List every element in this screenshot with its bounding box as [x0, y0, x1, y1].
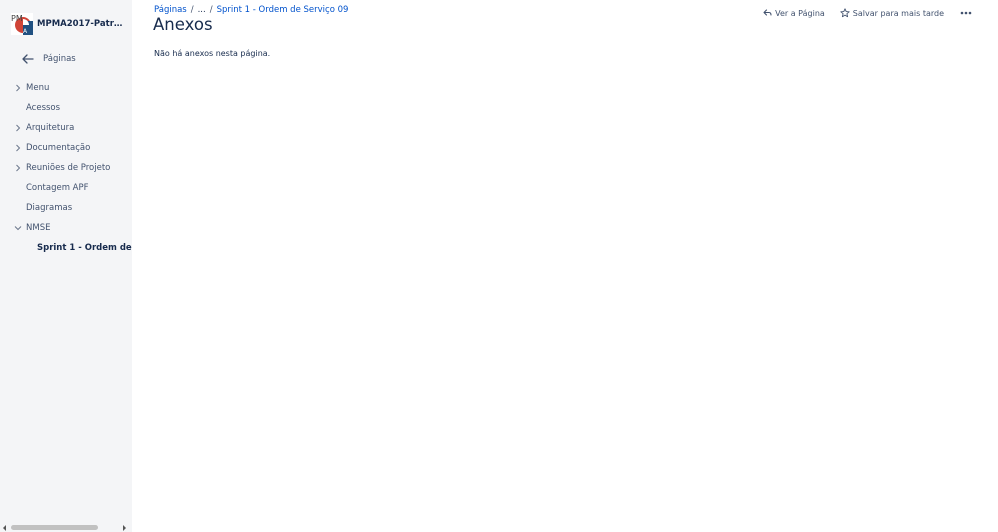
scrollbar-thumb[interactable]	[11, 525, 98, 530]
sidebar: PM A MPMA2017-Patrimônio Páginas Menu Ac…	[0, 0, 132, 532]
chevron-right-icon[interactable]	[14, 164, 22, 172]
star-icon	[840, 8, 850, 18]
tree-item-nmse[interactable]: NMSE	[0, 218, 132, 238]
back-to-pages-button[interactable]: Páginas	[22, 54, 76, 64]
svg-text:PM: PM	[11, 14, 23, 23]
arrow-left-icon	[22, 54, 34, 64]
breadcrumb-ellipsis[interactable]: ...	[198, 5, 206, 15]
chevron-right-icon[interactable]	[14, 124, 22, 132]
more-actions-button[interactable]	[960, 11, 972, 15]
breadcrumb-separator: /	[190, 5, 194, 15]
tree-item-label: Documentação	[26, 143, 91, 153]
tree-item-arquitetura[interactable]: Arquitetura	[0, 118, 132, 138]
tree-item-sprint-1[interactable]: Sprint 1 - Ordem de Serviço 09	[0, 238, 132, 258]
tree-item-label: Reuniões de Projeto	[26, 163, 111, 173]
back-label: Páginas	[43, 54, 76, 64]
scroll-right-icon[interactable]	[123, 525, 126, 531]
tree-item-label: NMSE	[26, 223, 51, 233]
tree-item-label: Acessos	[26, 103, 61, 113]
more-horizontal-icon	[960, 11, 972, 15]
tree-item-documentacao[interactable]: Documentação	[0, 138, 132, 158]
breadcrumb-root[interactable]: Páginas	[154, 5, 187, 15]
tree-item-label: Menu	[26, 83, 50, 93]
page-title: Anexos	[153, 15, 213, 34]
tree-item-label: Sprint 1 - Ordem de Serviço 09	[37, 243, 132, 253]
scroll-left-icon[interactable]	[3, 525, 6, 531]
chevron-down-icon[interactable]	[14, 224, 22, 232]
empty-attachments-message: Não há anexos nesta página.	[154, 49, 271, 58]
reply-arrow-icon	[763, 9, 772, 16]
view-page-label: Ver a Página	[775, 8, 825, 18]
space-logo-icon: PM A	[11, 13, 33, 35]
chevron-right-icon[interactable]	[14, 84, 22, 92]
tree-item-menu[interactable]: Menu	[0, 78, 132, 98]
save-for-later-button[interactable]: Salvar para mais tarde	[840, 8, 944, 18]
sidebar-horizontal-scrollbar[interactable]	[0, 523, 132, 532]
space-name: MPMA2017-Patrimônio	[37, 19, 125, 29]
tree-item-reunioes[interactable]: Reuniões de Projeto	[0, 158, 132, 178]
space-header[interactable]: PM A MPMA2017-Patrimônio	[11, 13, 129, 35]
tree-item-acessos[interactable]: Acessos	[0, 98, 132, 118]
tree-item-diagramas[interactable]: Diagramas	[0, 198, 132, 218]
tree-item-label: Contagem APF	[26, 183, 89, 193]
breadcrumb-current[interactable]: Sprint 1 - Ordem de Serviço 09	[217, 5, 349, 15]
tree-item-label: Arquitetura	[26, 123, 75, 133]
breadcrumb-separator: /	[209, 5, 213, 15]
page-tree: Menu Acessos Arquitetura Documentação Re…	[0, 78, 132, 258]
view-page-button[interactable]: Ver a Página	[763, 9, 825, 18]
tree-item-label: Diagramas	[26, 203, 73, 213]
chevron-right-icon[interactable]	[14, 144, 22, 152]
tree-item-contagem-apf[interactable]: Contagem APF	[0, 178, 132, 198]
page-actions: Ver a Página Salvar para mais tarde	[763, 8, 972, 18]
breadcrumb: Páginas / ... / Sprint 1 - Ordem de Serv…	[154, 5, 348, 15]
save-for-later-label: Salvar para mais tarde	[852, 8, 944, 18]
